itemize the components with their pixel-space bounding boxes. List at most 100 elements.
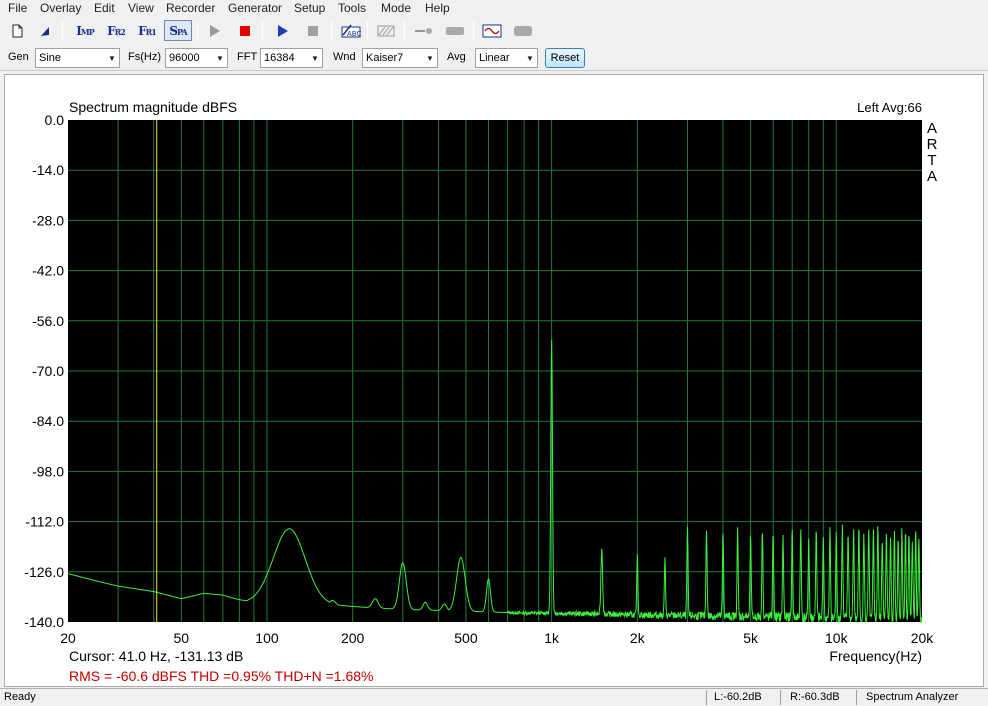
right-level: R:-60.3dB [790, 691, 840, 703]
generator-stop-button[interactable] [234, 20, 256, 41]
sample-rate-select[interactable]: 96000 ▼ [165, 48, 228, 68]
averaging-label: Avg [447, 51, 466, 63]
fft-size-select[interactable]: 16384 ▼ [260, 48, 323, 68]
open-file-button[interactable] [34, 20, 56, 41]
status-divider [706, 690, 707, 705]
chevron-down-icon: ▼ [311, 53, 319, 63]
generator-select[interactable]: Sine ▼ [35, 48, 120, 68]
new-file-icon [12, 24, 23, 37]
fr2-mode-icon: FR2 [107, 23, 126, 38]
x-tick-label: 2k [630, 630, 646, 646]
x-axis-label: Frequency(Hz) [829, 648, 922, 664]
annotation-button[interactable]: ABC [339, 20, 363, 41]
status-divider [780, 690, 781, 705]
chevron-down-icon: ▼ [108, 53, 116, 63]
x-tick-label: 20 [60, 630, 76, 646]
menu-setup[interactable]: Setup [294, 1, 325, 15]
y-tick-label: -56.0 [32, 313, 64, 329]
probe-button[interactable] [412, 20, 436, 41]
menu-mode[interactable]: Mode [381, 1, 411, 15]
averaging-select[interactable]: Linear ▼ [475, 48, 538, 68]
record-start-button[interactable] [271, 20, 293, 41]
spectrum-view: Spectrum magnitude dBFS Left Avg:66 A R … [4, 74, 984, 687]
fft-size-value: 16384 [264, 52, 295, 64]
spectrum-mode-button[interactable]: SPA [164, 20, 192, 41]
y-tick-label: 0.0 [45, 112, 65, 128]
y-tick-label: -126.0 [24, 564, 64, 580]
toolbar-separator [197, 21, 198, 40]
hatch-icon [377, 25, 395, 36]
toolbar-separator [62, 21, 63, 40]
window-value: Kaiser7 [366, 52, 404, 64]
toolbar-separator [473, 21, 474, 40]
signal-generator-button[interactable] [480, 20, 504, 41]
mode-indicator: Spectrum Analyzer [866, 691, 959, 703]
device-icon [514, 25, 532, 36]
menu-view[interactable]: View [128, 1, 154, 15]
toolbar-separator [367, 21, 368, 40]
measurement-readout: RMS = -60.6 dBFS THD =0.95% THD+N =1.68% [69, 668, 374, 684]
spectrum-chart[interactable]: Spectrum magnitude dBFS Left Avg:66 A R … [5, 75, 983, 686]
window-label: Wnd [333, 51, 356, 63]
arrow-icon [41, 26, 49, 36]
reset-button[interactable]: Reset [545, 48, 585, 68]
toolbar-separator [331, 21, 332, 40]
chart-title: Spectrum magnitude dBFS [69, 99, 237, 115]
meter-icon [446, 26, 464, 35]
menu-file[interactable]: File [8, 1, 27, 15]
fr2-mode-button[interactable]: FR2 [103, 20, 129, 41]
brand-letter: R [927, 136, 938, 153]
annotate-icon: ABC [341, 24, 361, 38]
stop-icon [240, 25, 250, 36]
stop-icon [308, 25, 318, 36]
y-tick-label: -140.0 [24, 614, 64, 630]
menu-recorder[interactable]: Recorder [166, 1, 215, 15]
x-tick-label: 200 [341, 630, 365, 646]
x-tick-label: 10k [825, 630, 849, 646]
generator-value: Sine [39, 52, 62, 64]
calibrate-button[interactable] [443, 20, 467, 41]
probe-icon [415, 27, 432, 34]
brand-letter: A [927, 120, 937, 137]
toolbar: IMP FR2 FR1 SPA ABC [0, 17, 988, 44]
menu-edit[interactable]: Edit [94, 1, 115, 15]
y-tick-label: -98.0 [32, 463, 64, 479]
toolbar-separator [404, 21, 405, 40]
spectrum-mode-icon: SPA [169, 23, 187, 38]
status-divider [856, 690, 857, 705]
overlay-button[interactable] [375, 20, 397, 41]
chevron-down-icon: ▼ [216, 53, 224, 63]
control-bar: Gen Sine ▼ Fs(Hz) 96000 ▼ FFT 16384 ▼ Wn… [0, 45, 988, 71]
play-icon [278, 24, 288, 37]
status-bar: Ready L:-60.2dB R:-60.3dB Spectrum Analy… [0, 688, 988, 706]
menu-tools[interactable]: Tools [338, 1, 366, 15]
x-tick-label: 20k [911, 630, 935, 646]
generator-label: Gen [8, 51, 29, 63]
menu-help[interactable]: Help [425, 1, 450, 15]
window-select[interactable]: Kaiser7 ▼ [362, 48, 438, 68]
status-text: Ready [4, 691, 36, 703]
x-tick-label: 5k [743, 630, 759, 646]
toolbar-separator [262, 21, 263, 40]
fr1-mode-button[interactable]: FR1 [134, 20, 160, 41]
generator-play-button[interactable] [203, 20, 225, 41]
menu-overlay[interactable]: Overlay [40, 1, 81, 15]
y-tick-label: -84.0 [32, 413, 64, 429]
fft-size-label: FFT [237, 51, 258, 63]
play-icon [210, 24, 220, 37]
averaging-value: Linear [479, 52, 510, 64]
brand-letter: A [927, 168, 937, 185]
new-file-button[interactable] [6, 20, 28, 41]
y-tick-label: -70.0 [32, 363, 64, 379]
sample-rate-value: 96000 [169, 52, 200, 64]
y-tick-label: -42.0 [32, 263, 64, 279]
record-stop-button[interactable] [302, 20, 324, 41]
menu-bar: File Overlay Edit View Recorder Generato… [0, 0, 988, 16]
audio-device-button[interactable] [511, 20, 535, 41]
sine-wave-icon [482, 24, 502, 37]
svg-text:ABC: ABC [347, 30, 361, 38]
impulse-mode-button[interactable]: IMP [72, 20, 98, 41]
channel-info: Left Avg:66 [857, 100, 922, 115]
left-level: L:-60.2dB [714, 691, 762, 703]
menu-generator[interactable]: Generator [228, 1, 282, 15]
